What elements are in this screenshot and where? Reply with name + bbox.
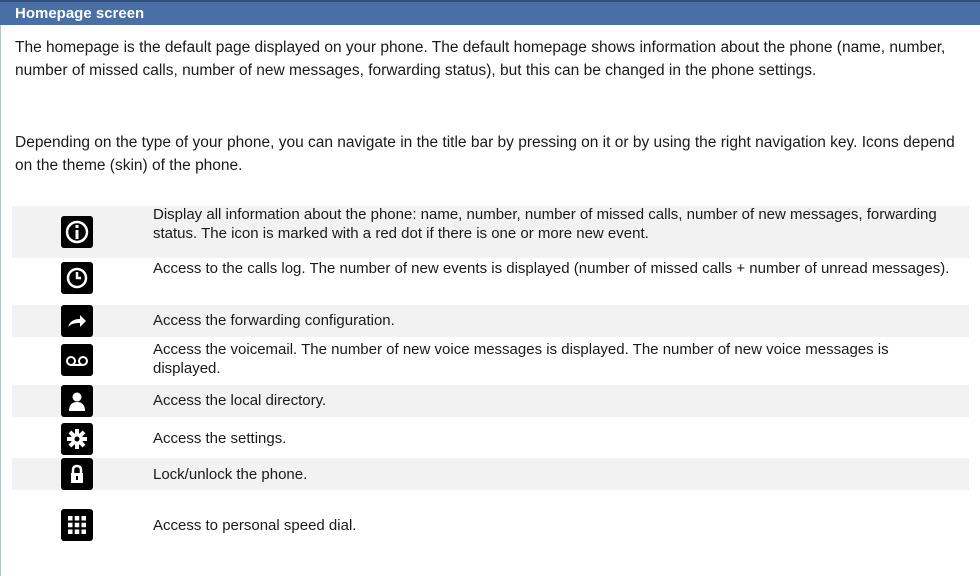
row-description: Access the forwarding configuration.: [153, 312, 395, 329]
section-title-bar: Homepage screen: [0, 0, 980, 25]
voicemail-icon: [61, 344, 93, 376]
table-row: Lock/unlock the phone.: [12, 458, 969, 490]
table-row: Access to the calls log. The number of n…: [12, 258, 969, 298]
navigation-paragraph: Depending on the type of your phone, you…: [15, 134, 955, 174]
table-row: Access the forwarding configuration.: [12, 305, 969, 337]
person-icon: [61, 385, 93, 417]
row-description: Access to the calls log. The number of n…: [153, 260, 950, 277]
table-row: Access the voicemail. The number of new …: [12, 339, 969, 381]
keypad-icon: [61, 509, 93, 541]
row-description: Access the voicemail. The number of new …: [153, 341, 889, 377]
row-description: Display all information about the phone:…: [153, 206, 937, 242]
page-left-border: [0, 25, 1, 576]
table-row: Access the local directory.: [12, 385, 969, 417]
lock-icon: [61, 458, 93, 490]
row-description: Access the local directory.: [153, 392, 327, 409]
row-description: Lock/unlock the phone.: [153, 466, 308, 483]
clock-icon: [61, 262, 93, 294]
table-row: Access the settings.: [12, 421, 969, 457]
intro-paragraph: The homepage is the default page display…: [15, 39, 946, 79]
section-title: Homepage screen: [15, 5, 145, 22]
row-description: Access to personal speed dial.: [153, 517, 357, 534]
info-icon: [61, 216, 93, 248]
table-row: Display all information about the phone:…: [12, 206, 969, 258]
forward-arrow-icon: [61, 305, 93, 337]
table-row: Access to personal speed dial.: [12, 492, 969, 558]
gear-icon: [61, 423, 93, 455]
row-description: Access the settings.: [153, 430, 287, 447]
